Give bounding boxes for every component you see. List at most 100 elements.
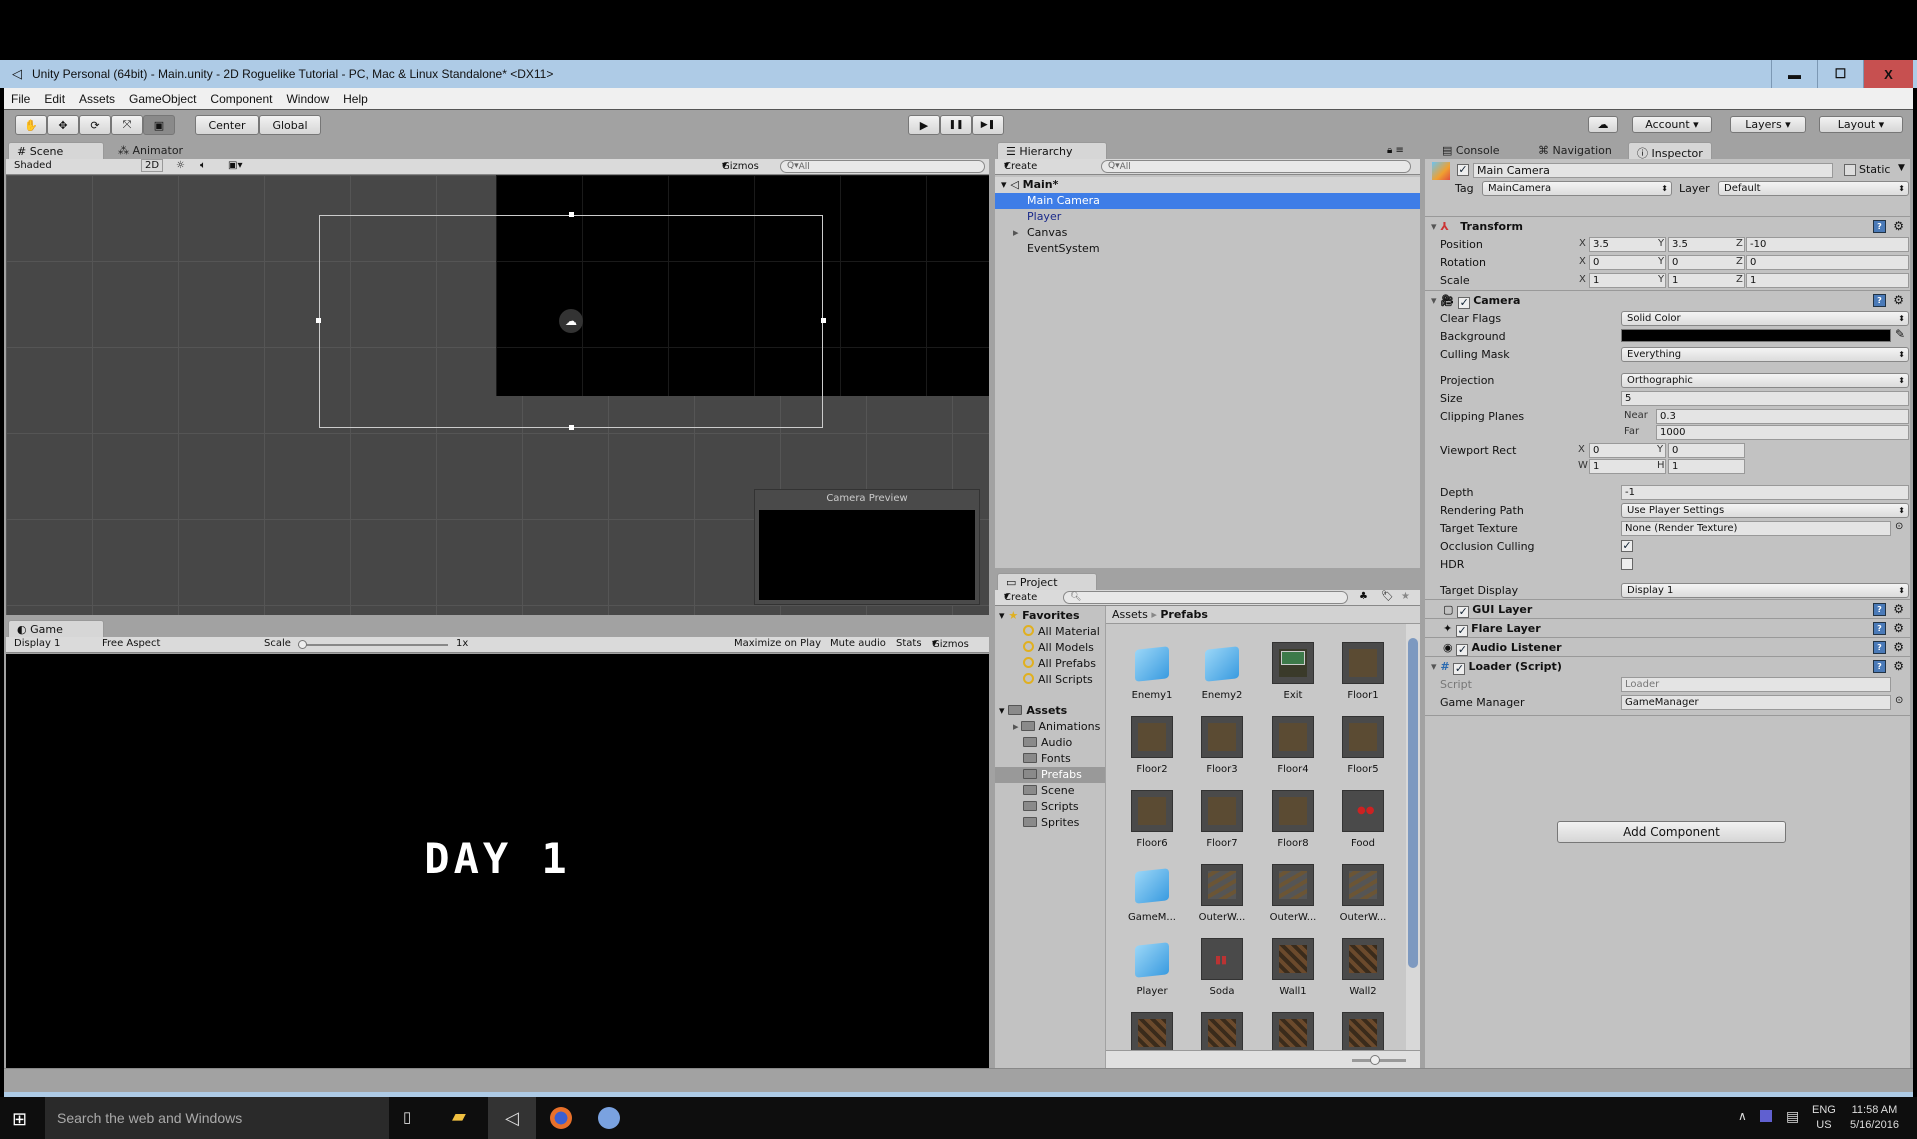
help-icon[interactable]: ? bbox=[1873, 641, 1886, 654]
component-enabled-checkbox[interactable]: ✓ bbox=[1456, 644, 1469, 656]
depth-field[interactable]: -1 bbox=[1621, 485, 1909, 500]
gear-icon[interactable]: ⚙ bbox=[1893, 291, 1904, 310]
menu-gameobject[interactable]: GameObject bbox=[122, 92, 203, 106]
task-view-icon[interactable]: ▯ bbox=[403, 1108, 411, 1126]
pivot-global-button[interactable]: Global bbox=[259, 115, 321, 135]
background-color-swatch[interactable] bbox=[1621, 329, 1891, 342]
rendering-path-dropdown[interactable]: Use Player Settings bbox=[1621, 503, 1909, 518]
prefab-item[interactable]: Floor2 bbox=[1117, 716, 1187, 775]
tray-chevron-icon[interactable]: ∧ bbox=[1738, 1109, 1747, 1123]
prefab-item[interactable]: GameM... bbox=[1117, 864, 1187, 923]
scale-slider[interactable] bbox=[298, 640, 448, 649]
size-field[interactable]: 5 bbox=[1621, 391, 1909, 406]
language-indicator[interactable]: ENG US bbox=[1812, 1103, 1836, 1133]
viewport-y-field[interactable]: 0 bbox=[1668, 443, 1745, 458]
play-button[interactable]: ▶ bbox=[908, 115, 940, 135]
prefab-item[interactable]: Wall1 bbox=[1258, 938, 1328, 997]
project-create-button[interactable]: Create ▾ bbox=[1004, 591, 1037, 603]
filter-type-icon[interactable]: ♣ bbox=[1359, 591, 1368, 602]
scene-view[interactable]: ☁ Camera Preview bbox=[6, 175, 989, 615]
tab-navigation[interactable]: ⌘ Navigation bbox=[1530, 142, 1620, 160]
breadcrumb-prefabs[interactable]: Prefabs bbox=[1160, 608, 1208, 621]
camera-gizmo-icon[interactable]: ☁ bbox=[559, 309, 583, 333]
z-field[interactable]: 1 bbox=[1746, 273, 1909, 288]
maximize-button[interactable]: ☐ bbox=[1817, 60, 1863, 88]
object-picker-icon[interactable]: ⊙ bbox=[1895, 695, 1903, 706]
gear-icon[interactable]: ⚙ bbox=[1893, 638, 1904, 657]
viewport-x-field[interactable]: 0 bbox=[1589, 443, 1666, 458]
component-header[interactable]: ◉ ✓ Audio Listener? ⚙ bbox=[1425, 637, 1910, 656]
clear-flags-dropdown[interactable]: Solid Color bbox=[1621, 311, 1909, 326]
icon-size-slider[interactable] bbox=[1352, 1055, 1406, 1065]
prefab-item[interactable]: OuterW... bbox=[1328, 864, 1398, 923]
tab-inspector[interactable]: ⓘ Inspector bbox=[1628, 142, 1712, 160]
assets-header[interactable]: ▾ Assets bbox=[999, 703, 1067, 719]
target-texture-field[interactable]: None (Render Texture) bbox=[1621, 521, 1891, 536]
add-component-button[interactable]: Add Component bbox=[1557, 821, 1786, 843]
far-field[interactable]: 1000 bbox=[1656, 425, 1909, 440]
help-icon[interactable]: ? bbox=[1873, 622, 1886, 635]
prefab-item[interactable]: Soda bbox=[1187, 938, 1257, 997]
close-button[interactable]: X bbox=[1863, 60, 1913, 88]
app-icon[interactable] bbox=[598, 1107, 620, 1129]
stats-toggle[interactable]: Stats bbox=[896, 638, 922, 649]
taskbar-search-input[interactable]: Search the web and Windows bbox=[45, 1097, 389, 1139]
hierarchy-item[interactable]: Player bbox=[995, 209, 1420, 225]
tab-game[interactable]: ◐ Game bbox=[8, 620, 104, 638]
file-explorer-icon[interactable]: ▰ bbox=[452, 1106, 466, 1127]
move-tool-button[interactable]: ✥ bbox=[47, 115, 79, 135]
project-scrollbar[interactable] bbox=[1406, 624, 1420, 1050]
culling-mask-dropdown[interactable]: Everything bbox=[1621, 347, 1909, 362]
clock[interactable]: 11:58 AM 5/16/2016 bbox=[1850, 1103, 1899, 1133]
near-field[interactable]: 0.3 bbox=[1656, 409, 1909, 424]
prefab-item[interactable]: Floor8 bbox=[1258, 790, 1328, 849]
rect-tool-button[interactable]: ▣ bbox=[143, 115, 175, 135]
prefab-item[interactable]: OuterW... bbox=[1258, 864, 1328, 923]
menu-window[interactable]: Window bbox=[279, 92, 336, 106]
unity-taskbar-icon[interactable]: ◁ bbox=[488, 1097, 536, 1139]
shading-dropdown[interactable]: Shaded bbox=[14, 160, 52, 171]
asset-folder[interactable]: Audio bbox=[995, 735, 1105, 751]
camera-enabled-checkbox[interactable]: ✓ bbox=[1458, 297, 1471, 309]
effects-icon[interactable]: ▣▾ bbox=[228, 160, 242, 171]
tag-dropdown[interactable]: MainCamera bbox=[1482, 181, 1672, 196]
loader-enabled-checkbox[interactable]: ✓ bbox=[1453, 663, 1466, 675]
maximize-on-play-toggle[interactable]: Maximize on Play bbox=[734, 638, 821, 649]
viewport-w-field[interactable]: 1 bbox=[1589, 459, 1666, 474]
help-icon[interactable]: ? bbox=[1873, 294, 1886, 307]
account-dropdown[interactable]: Account ▾ bbox=[1632, 116, 1712, 133]
scrollbar-thumb[interactable] bbox=[1408, 638, 1418, 968]
hierarchy-item[interactable]: Main Camera bbox=[995, 193, 1420, 209]
rotate-tool-button[interactable]: ⟳ bbox=[79, 115, 111, 135]
prefab-item[interactable]: OuterW... bbox=[1187, 864, 1257, 923]
component-header[interactable]: ✦ ✓ Flare Layer? ⚙ bbox=[1425, 618, 1910, 637]
active-checkbox[interactable]: ✓ bbox=[1457, 164, 1469, 176]
minimize-button[interactable]: ▬ bbox=[1771, 60, 1817, 88]
prefab-item[interactable]: Enemy2 bbox=[1187, 642, 1257, 701]
scale-tool-button[interactable]: ⤧ bbox=[111, 115, 143, 135]
rect-handle[interactable] bbox=[821, 318, 826, 323]
prefab-item[interactable]: Enemy1 bbox=[1117, 642, 1187, 701]
object-picker-icon[interactable]: ⊙ bbox=[1895, 521, 1903, 532]
tab-scene[interactable]: # Scene bbox=[8, 142, 104, 160]
favorite-item[interactable]: All Prefabs bbox=[1023, 656, 1096, 672]
gear-icon[interactable]: ⚙ bbox=[1893, 217, 1904, 236]
tray-app-icon[interactable] bbox=[1760, 1110, 1772, 1122]
help-icon[interactable]: ? bbox=[1873, 603, 1886, 616]
prefab-item[interactable]: Wall2 bbox=[1328, 938, 1398, 997]
expand-arrow-icon[interactable]: ▸ bbox=[1013, 720, 1019, 733]
step-button[interactable]: ▶❚ bbox=[972, 115, 1004, 135]
component-header[interactable]: ▢ ✓ GUI Layer? ⚙ bbox=[1425, 599, 1910, 618]
menu-component[interactable]: Component bbox=[203, 92, 279, 106]
y-field[interactable]: 3.5 bbox=[1668, 237, 1745, 252]
hand-tool-button[interactable]: ✋ bbox=[15, 115, 47, 135]
prefab-item[interactable]: Floor7 bbox=[1187, 790, 1257, 849]
gizmos-dropdown[interactable]: Gizmos ▾ bbox=[722, 160, 759, 172]
x-field[interactable]: 0 bbox=[1589, 255, 1666, 270]
tab-project[interactable]: ▭ Project bbox=[997, 573, 1097, 591]
transform-header[interactable]: ▾ ⅄ Transform? ⚙ bbox=[1425, 216, 1910, 235]
prefab-item[interactable]: Exit bbox=[1258, 642, 1328, 701]
x-field[interactable]: 3.5 bbox=[1589, 237, 1666, 252]
asset-folder[interactable]: Scene bbox=[995, 783, 1105, 799]
help-icon[interactable]: ? bbox=[1873, 220, 1886, 233]
